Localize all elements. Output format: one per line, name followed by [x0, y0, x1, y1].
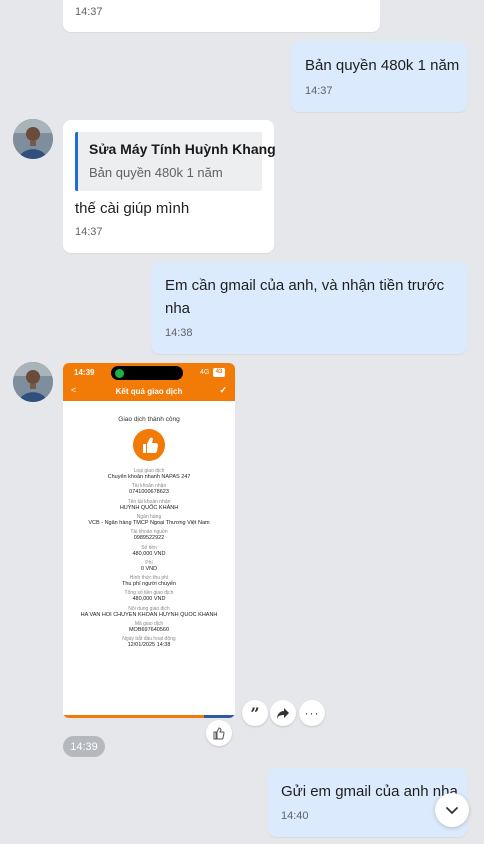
message-time: 14:40	[281, 810, 309, 822]
message-text-line-2: nha	[165, 300, 191, 317]
more-options-button[interactable]: ···	[299, 700, 325, 726]
message-text: Bản quyền 480k 1 năm	[305, 57, 460, 74]
dynamic-island	[111, 366, 183, 380]
outgoing-message-bubble[interactable]: Bản quyền 480k 1 năm 14:37	[291, 41, 467, 112]
share-button[interactable]	[270, 700, 296, 726]
receipt-field-value: 12/01/2025 14:38	[127, 642, 171, 649]
check-icon: ✓	[219, 385, 227, 395]
receipt-field-value: 0989522922	[133, 535, 165, 542]
react-button[interactable]	[206, 720, 232, 746]
contact-avatar[interactable]	[13, 362, 53, 402]
message-text: thế cài giúp mình	[75, 200, 190, 217]
more-icon: ···	[304, 706, 320, 720]
receipt-header: < Kết quả giao dịch ✓	[63, 383, 235, 401]
chevron-down-icon	[446, 807, 458, 814]
receipt-field-value: 0 VND	[140, 565, 158, 572]
receipt-field-value: HUỲNH QUỐC KHÁNH	[119, 504, 179, 511]
image-message-bank-receipt[interactable]: 14:39 4G 43 < Kết quả giao dịch ✓ Giao d…	[63, 363, 235, 718]
success-text: Giao dịch thành công	[118, 416, 180, 423]
image-time-pill: 14:39	[63, 736, 105, 757]
thumbs-up-success-icon	[133, 429, 165, 461]
quote-reply-button[interactable]: ”	[242, 700, 268, 726]
receipt-bottom-bar	[63, 715, 235, 718]
receipt-field-value: 480,000 VND	[132, 550, 166, 557]
receipt-field-value: MOB697640560	[128, 627, 170, 633]
message-time: 14:37	[75, 6, 103, 18]
call-indicator-icon	[115, 369, 124, 378]
receipt-field-value: 480,000 VND	[132, 596, 166, 603]
message-text-line-1: Em cần gmail của anh, và nhận tiền trước	[165, 277, 445, 294]
phone-status-bar: 14:39 4G 43	[63, 363, 235, 383]
scroll-to-bottom-button[interactable]	[435, 793, 469, 827]
message-time: 14:37	[75, 226, 103, 238]
network-label: 4G	[200, 369, 210, 376]
message-time: 14:39	[70, 740, 98, 753]
contact-avatar[interactable]	[13, 119, 53, 159]
receipt-title: Kết quả giao dịch	[115, 387, 183, 396]
quoted-text: Bản quyền 480k 1 năm	[89, 165, 223, 180]
receipt-field-value: 0741000678623	[129, 489, 169, 496]
message-time: 14:37	[305, 85, 333, 97]
message-text: Gửi em gmail của anh nha	[281, 783, 458, 800]
thumbs-up-icon	[213, 727, 225, 740]
battery-icon: 43	[213, 368, 225, 377]
share-arrow-icon	[277, 708, 289, 719]
receipt-field-value: VCB - Ngân hàng TMCP Ngoại Thương Việt N…	[88, 519, 210, 526]
receipt-field-value: Thu phí người chuyển	[121, 581, 177, 588]
outgoing-message-bubble[interactable]: Em cần gmail của anh, và nhận tiền trước…	[151, 262, 467, 354]
avatar-image	[13, 119, 53, 159]
phone-status-time: 14:39	[74, 368, 95, 377]
avatar-image	[13, 362, 53, 402]
receipt-field-value: HA VAN HOI CHUYEN KHOAN HUYNH QUOC KHANH	[80, 611, 218, 618]
quoted-sender-name: Sửa Máy Tính Huỳnh Khang	[89, 141, 276, 157]
incoming-message-bubble[interactable]: 14:37	[63, 0, 380, 32]
quote-icon: ”	[250, 703, 260, 723]
quoted-message[interactable]: Sửa Máy Tính Huỳnh Khang Bản quyền 480k …	[75, 132, 276, 191]
message-time: 14:38	[165, 327, 193, 339]
incoming-message-bubble[interactable]: Sửa Máy Tính Huỳnh Khang Bản quyền 480k …	[63, 120, 276, 253]
receipt-field-value: Chuyển khoản nhanh NAPAS 247	[107, 474, 191, 480]
